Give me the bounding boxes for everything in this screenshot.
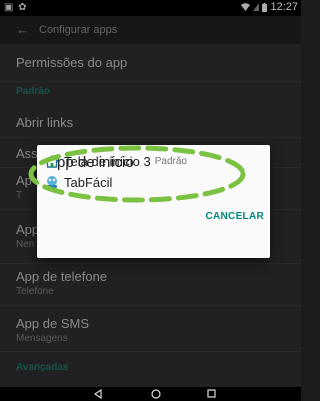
back-nav-icon[interactable] [94, 389, 102, 399]
navigation-bar [0, 387, 301, 401]
annotation-highlight-ellipse [28, 145, 246, 203]
home-nav-icon[interactable] [151, 389, 161, 399]
recents-nav-icon[interactable] [207, 389, 216, 398]
cancel-button[interactable]: CANCELAR [205, 211, 264, 222]
